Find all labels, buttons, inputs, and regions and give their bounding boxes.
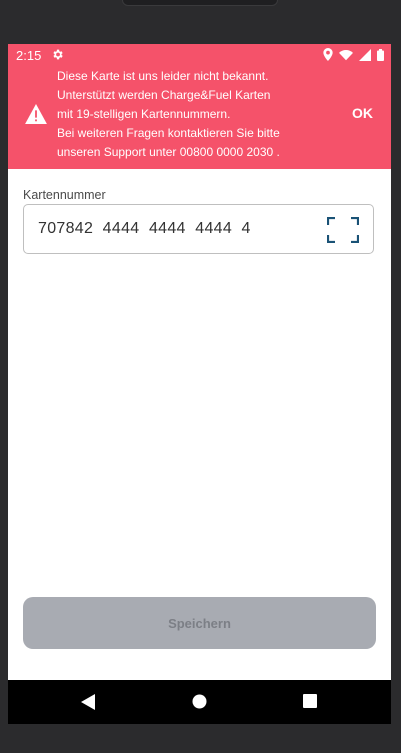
save-button-label: Speichern (168, 615, 231, 631)
card-number-value[interactable]: 707842 4444 4444 4444 4 (38, 220, 251, 238)
device-speaker (122, 0, 278, 6)
navigation-bar (8, 680, 391, 724)
signal-icon (359, 48, 371, 61)
banner-ok-button[interactable]: OK (352, 105, 373, 121)
error-banner: 2:15 Diese Karte ist uns leider nicht be… (8, 44, 391, 169)
card-number-label: Kartennummer (23, 188, 106, 202)
recents-icon[interactable] (303, 694, 317, 708)
wifi-icon (339, 49, 353, 60)
device-frame (0, 0, 401, 44)
banner-message-line: Unterstützt werden Charge&Fuel Karten (57, 88, 271, 102)
banner-message-line: mit 19-stelligen Kartennummern. (57, 107, 231, 121)
status-time: 2:15 (16, 48, 42, 63)
save-button[interactable]: Speichern (23, 597, 376, 649)
home-icon[interactable] (192, 694, 207, 709)
location-icon (323, 48, 333, 61)
back-icon[interactable] (81, 694, 95, 710)
app-screen: 2:15 Diese Karte ist uns leider nicht be… (8, 44, 391, 724)
battery-icon (377, 48, 384, 61)
warning-icon (25, 104, 47, 124)
status-bar: 2:15 (8, 44, 391, 66)
banner-message-line: unseren Support unter 00800 0000 2030 . (57, 145, 280, 159)
banner-message-line: Bei weiteren Fragen kontaktieren Sie bit… (57, 126, 280, 140)
card-number-field[interactable]: 707842 4444 4444 4444 4 (23, 204, 374, 254)
scan-frame-icon[interactable] (327, 217, 359, 243)
banner-message-line: Diese Karte ist uns leider nicht bekannt… (57, 69, 269, 83)
banner-message: Diese Karte ist uns leider nicht bekannt… (57, 67, 347, 162)
gear-icon (53, 49, 63, 60)
